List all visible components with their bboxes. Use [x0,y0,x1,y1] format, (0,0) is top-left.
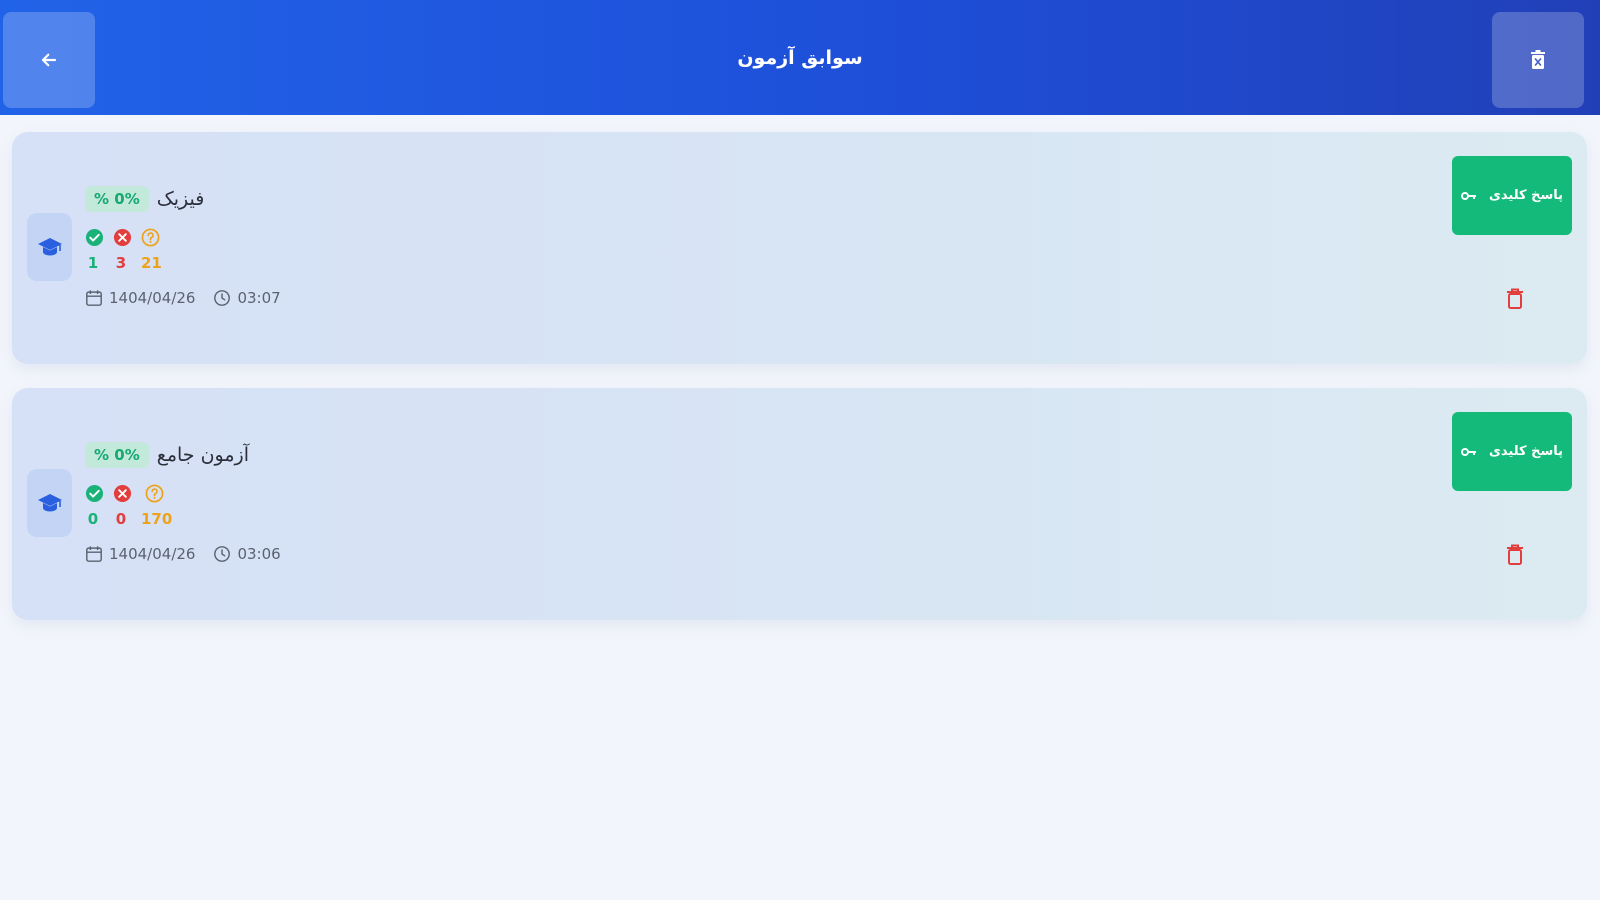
check-circle-icon [85,228,104,247]
stats-numbers: 0 0 170 [85,510,173,530]
answer-key-button[interactable]: پاسخ کلیدی [1452,156,1572,235]
answer-key-label: پاسخ کلیدی [1488,444,1564,459]
exam-avatar [27,469,72,537]
answer-key-label: پاسخ کلیدی [1488,188,1564,203]
graduation-cap-icon [37,238,62,256]
date-time-row: 1404/04/26 03:07 [85,287,281,309]
correct-count: 1 [87,254,99,272]
stats-numbers: 1 3 21 [85,254,162,274]
app-header: سوابق آزمون [0,0,1600,115]
question-circle-icon [145,484,164,503]
clear-history-button[interactable] [1492,12,1584,108]
x-circle-icon [113,228,132,247]
stats-icons [85,484,164,504]
answer-key-button[interactable]: پاسخ کلیدی [1452,412,1572,491]
card-title-row: آزمون جامع % 0% [85,440,249,470]
key-icon [1460,447,1476,456]
date-time-row: 1404/04/26 03:06 [85,543,281,565]
unanswered-count: 170 [141,510,173,528]
check-circle-icon [85,484,104,503]
exam-date: 1404/04/26 [109,289,196,307]
trash-icon [1507,544,1523,565]
card-title-row: فیزیک % 0% [85,184,204,214]
clock-icon [214,290,231,306]
question-circle-icon [141,228,160,247]
clock-icon [214,546,231,562]
trash-icon [1507,288,1523,309]
exam-date: 1404/04/26 [109,545,196,563]
exam-time: 03:06 [237,545,281,563]
stats-icons [85,228,160,248]
wrong-count: 3 [115,254,127,272]
exam-history-card[interactable]: فیزیک % 0% 1 3 21 1404/04/26 03:07 پاسخ … [12,132,1587,364]
wrong-count: 0 [115,510,127,528]
correct-count: 0 [87,510,99,528]
exam-time: 03:07 [237,289,281,307]
score-percent-badge: % 0% [85,186,149,212]
score-percent-badge: % 0% [85,442,149,468]
delete-button[interactable] [1500,540,1530,570]
page-title: سوابق آزمون [737,46,863,69]
key-icon [1460,191,1476,200]
graduation-cap-icon [37,494,62,512]
exam-avatar [27,213,72,281]
exam-history-card[interactable]: آزمون جامع % 0% 0 0 170 1404/04/26 03:06… [12,388,1587,620]
calendar-icon [86,290,102,306]
exam-name: فیزیک [156,188,205,210]
calendar-icon [86,546,102,562]
unanswered-count: 21 [141,254,162,272]
delete-button[interactable] [1500,284,1530,314]
exam-name: آزمون جامع [156,444,249,466]
x-circle-icon [113,484,132,503]
trash-x-icon [1531,50,1545,69]
